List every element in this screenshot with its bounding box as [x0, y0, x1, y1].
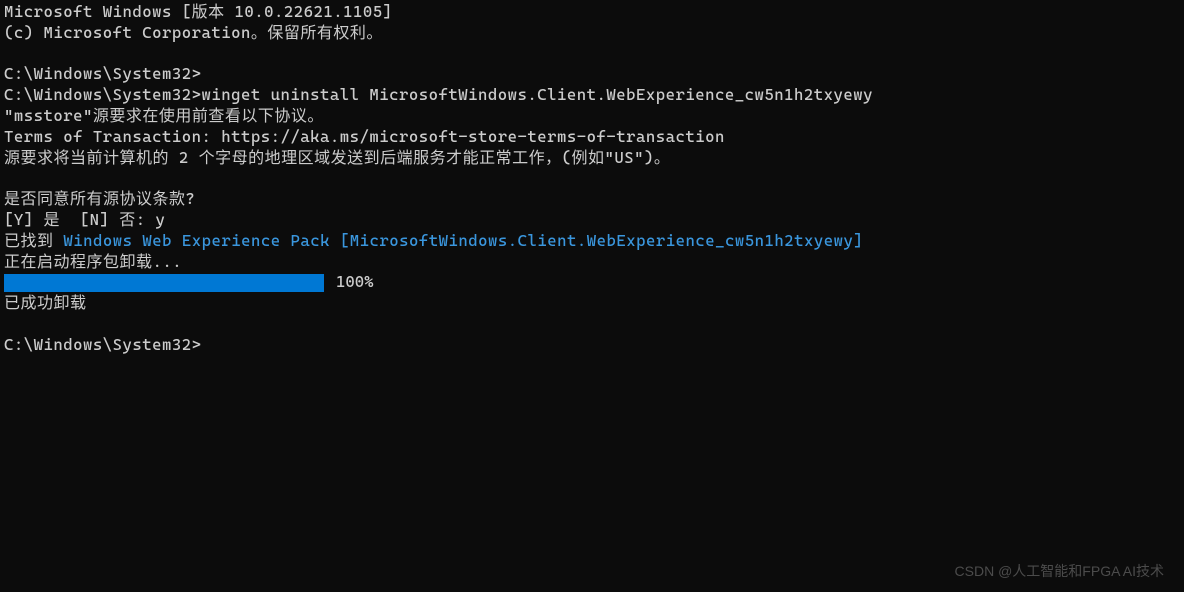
starting-uninstall: 正在启动程序包卸载... — [4, 252, 1180, 273]
found-package-name: Windows Web Experience Pack [MicrosoftWi… — [63, 231, 863, 250]
blank-line — [4, 314, 1180, 335]
terms-line: Terms of Transaction: https://aka.ms/mic… — [4, 127, 1180, 148]
version-line: Microsoft Windows [版本 10.0.22621.1105] — [4, 2, 1180, 23]
blank-line — [4, 44, 1180, 65]
progress-row: 100% — [4, 272, 1180, 293]
consent-question: 是否同意所有源协议条款? — [4, 189, 1180, 210]
msstore-notice: "msstore"源要求在使用前查看以下协议。 — [4, 106, 1180, 127]
blank-line — [4, 168, 1180, 189]
region-notice: 源要求将当前计算机的 2 个字母的地理区域发送到后端服务才能正常工作，(例如"U… — [4, 148, 1180, 169]
prompt-line-1[interactable]: C:\Windows\System32> — [4, 64, 1180, 85]
found-package-line: 已找到 Windows Web Experience Pack [Microso… — [4, 231, 1180, 252]
watermark: CSDN @人工智能和FPGA AI技术 — [955, 562, 1164, 580]
prompt-line-3[interactable]: C:\Windows\System32> — [4, 335, 1180, 356]
found-prefix: 已找到 — [4, 231, 63, 250]
copyright-line: (c) Microsoft Corporation。保留所有权利。 — [4, 23, 1180, 44]
progress-bar — [4, 274, 324, 292]
progress-percent: 100% — [336, 272, 374, 293]
command-line[interactable]: C:\Windows\System32>winget uninstall Mic… — [4, 85, 1180, 106]
success-message: 已成功卸载 — [4, 293, 1180, 314]
consent-input[interactable]: [Y] 是 [N] 否: y — [4, 210, 1180, 231]
